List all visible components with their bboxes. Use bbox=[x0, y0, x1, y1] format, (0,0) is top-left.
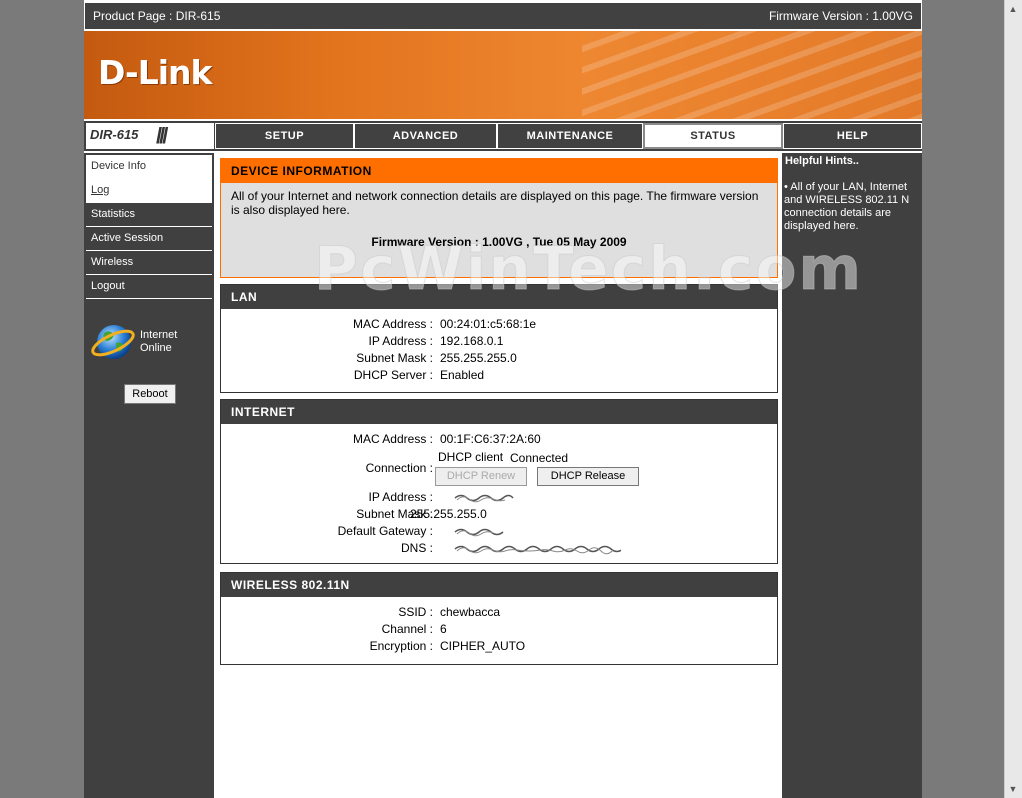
lan-dhcp-label: DHCP Server : bbox=[353, 368, 433, 382]
lan-ip-row: IP Address : 192.168.0.1 bbox=[221, 334, 777, 350]
sidebar-item-statistics[interactable]: Statistics bbox=[86, 203, 212, 227]
internet-mac-label: MAC Address : bbox=[352, 432, 433, 446]
lan-ip-label: IP Address : bbox=[368, 334, 433, 348]
wireless-ssid-value: chewbacca bbox=[440, 605, 501, 619]
internet-subnet-value: 255.255.255.0 bbox=[410, 507, 487, 521]
main-navigation: DIR-615 /// SETUP ADVANCED MAINTENANCE S… bbox=[84, 121, 922, 151]
wireless-ssid-label: SSID : bbox=[398, 605, 433, 619]
wireless-panel: WIRELESS 802.11N SSID : chewbacca Channe… bbox=[220, 572, 778, 665]
firmware-version-label: Firmware Version : 1.00VG bbox=[768, 9, 913, 23]
internet-label: Internet bbox=[140, 329, 178, 341]
sidebar-item-wireless[interactable]: Wireless bbox=[86, 251, 212, 275]
internet-mac-value: 00:1F:C6:37:2A:60 bbox=[440, 432, 541, 446]
internet-panel: INTERNET MAC Address : 00:1F:C6:37:2A:60… bbox=[220, 399, 778, 564]
banner-stripes bbox=[582, 31, 922, 119]
tab-advanced[interactable]: ADVANCED bbox=[354, 123, 497, 149]
device-information-description: All of your Internet and network connect… bbox=[231, 189, 759, 217]
header-banner: D-Link bbox=[84, 31, 922, 119]
help-sidebar: Helpful Hints.. • All of your LAN, Inter… bbox=[782, 153, 922, 798]
lan-mac-value: 00:24:01:c5:68:1e bbox=[440, 317, 537, 331]
device-information-title: DEVICE INFORMATION bbox=[221, 159, 777, 183]
lan-dhcp-row: DHCP Server : Enabled bbox=[221, 368, 777, 384]
wireless-encryption-value: CIPHER_AUTO bbox=[440, 639, 526, 653]
lan-subnet-label: Subnet Mask : bbox=[356, 351, 433, 365]
helpful-hints-title: Helpful Hints.. bbox=[785, 155, 859, 167]
model-badge: DIR-615 /// bbox=[86, 123, 214, 149]
main-content: DEVICE INFORMATION All of your Internet … bbox=[214, 153, 782, 798]
wireless-encryption-row: Encryption : CIPHER_AUTO bbox=[221, 639, 777, 655]
connection-type: DHCP client bbox=[438, 450, 504, 464]
wireless-encryption-label: Encryption : bbox=[369, 639, 433, 653]
product-page-label: Product Page : DIR-615 bbox=[93, 9, 221, 23]
helpful-hints-text: • All of your LAN, Internet and WIRELESS… bbox=[784, 181, 910, 232]
wireless-ssid-row: SSID : chewbacca bbox=[221, 605, 777, 621]
sidebar: Device Info Log Statistics Active Sessio… bbox=[84, 153, 214, 798]
dhcp-renew-button[interactable]: DHCP Renew bbox=[435, 467, 527, 486]
sidebar-item-log[interactable]: Log bbox=[86, 179, 212, 203]
model-name: DIR-615 bbox=[90, 127, 139, 142]
lan-ip-value: 192.168.0.1 bbox=[440, 334, 504, 348]
internet-gateway-label: Default Gateway : bbox=[337, 524, 433, 538]
sidebar-item-active-session[interactable]: Active Session bbox=[86, 227, 212, 251]
tab-help[interactable]: HELP bbox=[783, 123, 922, 149]
tab-maintenance[interactable]: MAINTENANCE bbox=[497, 123, 643, 149]
internet-status: Internet Online bbox=[90, 321, 200, 365]
internet-title: INTERNET bbox=[221, 400, 777, 424]
lan-dhcp-value: Enabled bbox=[440, 368, 485, 382]
router-page: Product Page : DIR-615 Firmware Version … bbox=[84, 0, 922, 798]
device-information-panel: DEVICE INFORMATION All of your Internet … bbox=[220, 158, 778, 278]
top-bar: Product Page : DIR-615 Firmware Version … bbox=[84, 2, 922, 30]
internet-status-text: Internet Online bbox=[140, 329, 177, 355]
reboot-button[interactable]: Reboot bbox=[124, 384, 176, 404]
dhcp-release-button[interactable]: DHCP Release bbox=[537, 467, 639, 486]
globe-icon bbox=[91, 325, 135, 359]
internet-ip-label: IP Address : bbox=[368, 490, 433, 504]
lan-title: LAN bbox=[221, 285, 777, 309]
dlink-logo: D-Link bbox=[98, 53, 212, 92]
model-slashes: /// bbox=[156, 123, 168, 148]
redacted-ip-scribble bbox=[454, 494, 514, 503]
lan-mac-label: MAC Address : bbox=[352, 317, 433, 331]
wireless-title: WIRELESS 802.11N bbox=[221, 573, 777, 597]
sidebar-item-logout[interactable]: Logout bbox=[86, 275, 212, 299]
tab-setup[interactable]: SETUP bbox=[215, 123, 354, 149]
internet-dns-label: DNS : bbox=[400, 541, 433, 555]
scroll-up-icon[interactable]: ▲ bbox=[1008, 4, 1018, 14]
redacted-dns-scribble bbox=[454, 545, 621, 555]
internet-subnet-row: Subnet Mask : 255.255.255.0 bbox=[221, 507, 777, 523]
lan-subnet-value: 255.255.255.0 bbox=[440, 351, 517, 365]
connection-detail-row: DHCP client Connected bbox=[221, 450, 777, 466]
tab-status[interactable]: STATUS bbox=[643, 123, 783, 149]
sidebar-item-device-info[interactable]: Device Info bbox=[86, 155, 212, 179]
internet-mac-row: MAC Address : 00:1F:C6:37:2A:60 bbox=[221, 432, 777, 448]
scroll-down-icon[interactable]: ▼ bbox=[1008, 784, 1018, 794]
connection-status: Connected bbox=[510, 451, 569, 465]
wireless-channel-row: Channel : 6 bbox=[221, 622, 777, 638]
online-label: Online bbox=[140, 342, 172, 354]
lan-mac-row: MAC Address : 00:24:01:c5:68:1e bbox=[221, 317, 777, 333]
firmware-version-detail: Firmware Version : 1.00VG , Tue 05 May 2… bbox=[371, 235, 627, 249]
wireless-channel-value: 6 bbox=[440, 622, 447, 636]
lan-subnet-row: Subnet Mask : 255.255.255.0 bbox=[221, 351, 777, 367]
redacted-gateway-scribble bbox=[454, 528, 504, 537]
wireless-channel-label: Channel : bbox=[381, 622, 433, 636]
vertical-scrollbar[interactable]: ▲ ▼ bbox=[1004, 0, 1022, 798]
lan-panel: LAN MAC Address : 00:24:01:c5:68:1e IP A… bbox=[220, 284, 778, 393]
